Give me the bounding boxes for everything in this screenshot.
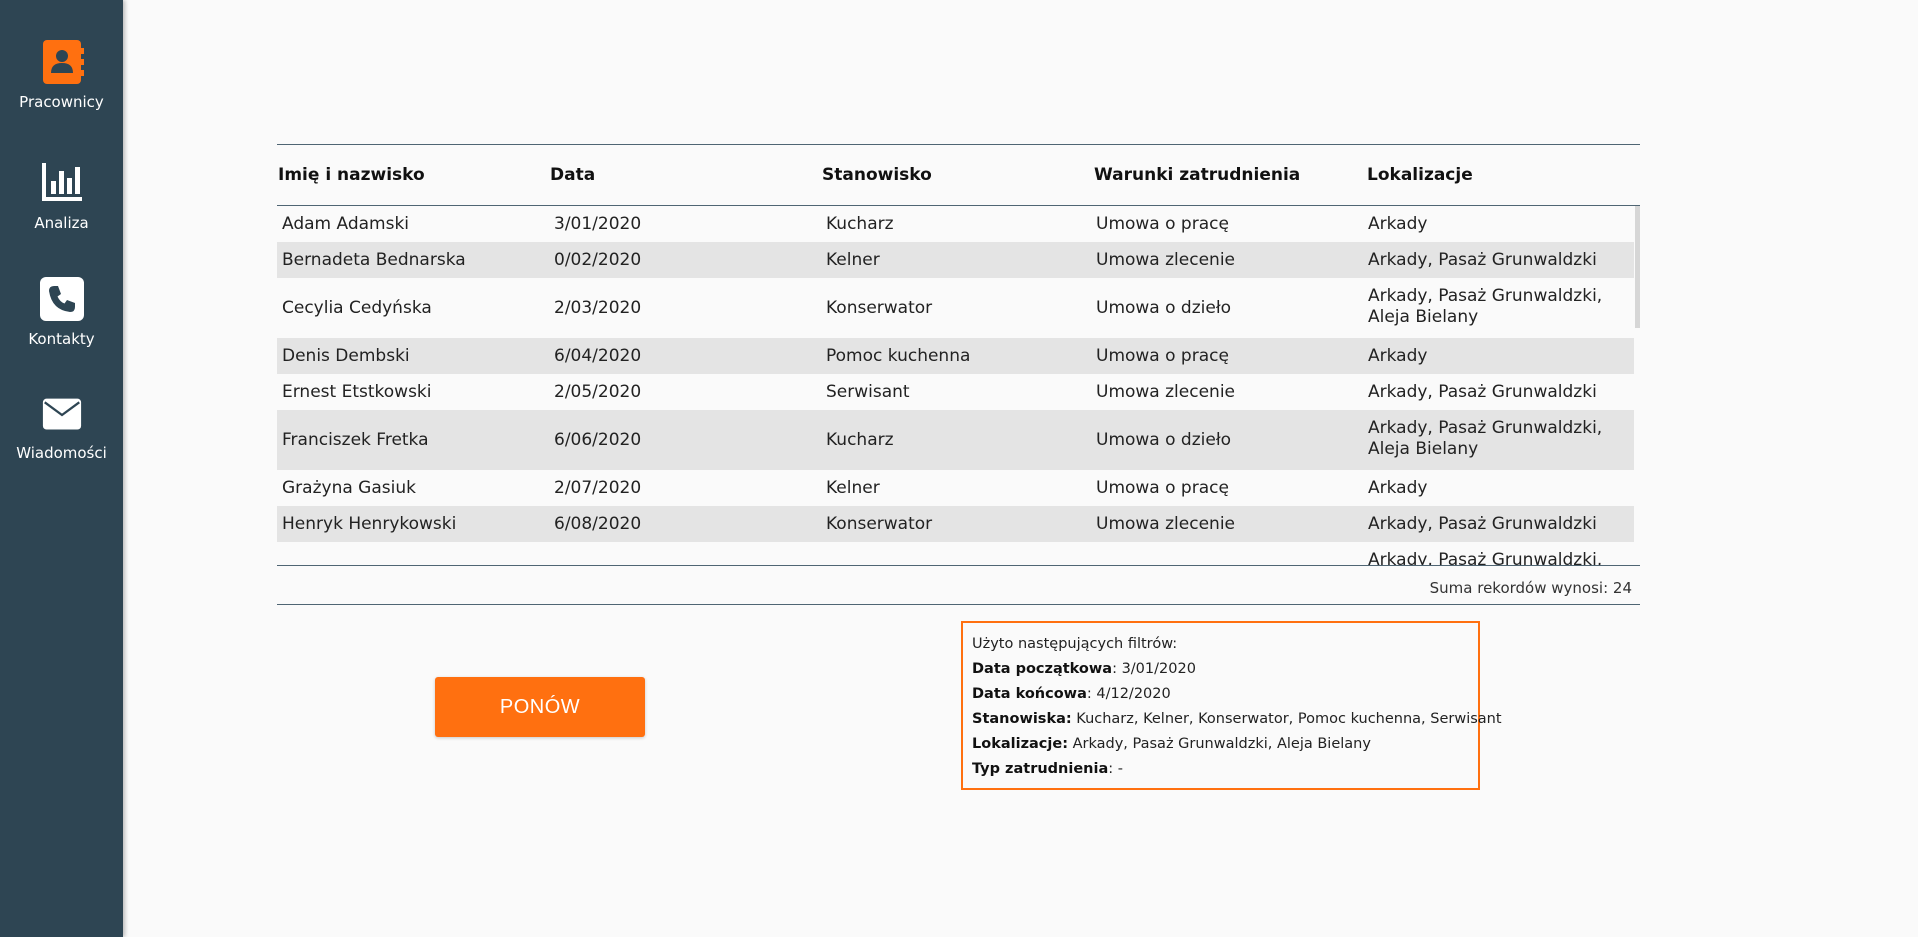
filter-value: : -	[1108, 761, 1123, 777]
cell-locations: Arkady, Pasaż Grunwaldzki, Aleja	[1368, 550, 1603, 565]
table-scrollbar[interactable]	[1635, 206, 1640, 328]
cell-date: 6/08/2020	[554, 514, 642, 534]
filter-label: Typ zatrudnienia	[972, 761, 1109, 777]
address-book-icon	[42, 40, 84, 84]
cell-name: Franciszek Fretka	[282, 430, 429, 450]
filter-label: Data początkowa	[972, 661, 1113, 677]
table-row[interactable]: Grażyna Gasiuk 2/07/2020 Kelner Umowa o …	[277, 470, 1634, 506]
cell-locations: Arkady	[1368, 214, 1428, 234]
cell-name: Ernest Etstkowski	[282, 382, 432, 402]
cell-name: Cecylia Cedyńska	[282, 298, 432, 318]
table-body[interactable]: Adam Adamski 3/01/2020 Kucharz Umowa o p…	[277, 206, 1640, 565]
filter-value: Kucharz, Kelner, Konserwator, Pomoc kuch…	[1071, 711, 1502, 727]
nav-item-wiadomosci[interactable]: Wiadomości	[0, 395, 123, 462]
cell-date: 2/03/2020	[554, 298, 642, 318]
cell-employment: Umowa o pracę	[1096, 214, 1229, 234]
employees-table: Imię i nazwisko Data Stanowisko Warunki …	[277, 144, 1640, 605]
table-footer: Suma rekordów wynosi: 24	[277, 566, 1640, 604]
table-row[interactable]: Henryk Henrykowski 6/08/2020 Konserwator…	[277, 506, 1634, 542]
filter-start-date: Data początkowa: 3/01/2020	[972, 657, 1469, 682]
cell-name: Adam Adamski	[282, 214, 410, 234]
cell-locations: Arkady, Pasaż Grunwaldzki, Aleja Bielany	[1368, 418, 1603, 459]
cell-date: 6/06/2020	[554, 430, 642, 450]
cell-position: Pomoc kuchenna	[826, 346, 971, 366]
records-total: Suma rekordów wynosi: 24	[1429, 579, 1632, 597]
phone-icon	[39, 277, 84, 321]
column-header[interactable]: Stanowisko	[822, 165, 932, 185]
cell-position: Konserwator	[826, 298, 933, 318]
cell-position: Kelner	[826, 250, 880, 270]
cell-employment: Umowa o dzieło	[1096, 430, 1232, 450]
cell-position: Serwisant	[826, 382, 910, 402]
filter-value: : 4/12/2020	[1086, 686, 1171, 702]
table-row[interactable]: Cecylia Cedyńska 2/03/2020 Konserwator U…	[277, 278, 1634, 338]
sidebar: Pracownicy Analiza Kontakty Wiadomości	[0, 0, 123, 937]
cell-date: 2/07/2020	[554, 478, 642, 498]
cell-employment: Umowa o pracę	[1096, 346, 1229, 366]
filter-value: Arkady, Pasaż Grunwaldzki, Aleja Bielany	[1068, 736, 1371, 752]
cell-date: 3/01/2020	[554, 214, 642, 234]
filter-label: Lokalizacje:	[972, 736, 1068, 752]
table-row[interactable]: Arkady, Pasaż Grunwaldzki, Aleja	[277, 542, 1634, 565]
column-header[interactable]: Data	[550, 165, 595, 185]
bar-chart-icon	[41, 163, 82, 201]
column-header[interactable]: Lokalizacje	[1367, 165, 1473, 185]
nav-label: Wiadomości	[16, 444, 107, 462]
filter-positions: Stanowiska: Kucharz, Kelner, Konserwator…	[972, 707, 1502, 732]
cell-date: 6/04/2020	[554, 346, 642, 366]
retry-button[interactable]: PONÓW	[435, 677, 645, 737]
column-header[interactable]: Warunki zatrudnienia	[1094, 165, 1300, 185]
cell-name: Bernadeta Bednarska	[282, 250, 466, 270]
table-row[interactable]: Ernest Etstkowski 2/05/2020 Serwisant Um…	[277, 374, 1634, 410]
cell-position: Kucharz	[826, 214, 894, 234]
cell-locations: Arkady, Pasaż Grunwaldzki	[1368, 250, 1597, 270]
cell-locations: Arkady, Pasaż Grunwaldzki	[1368, 514, 1597, 534]
column-header[interactable]: Imię i nazwisko	[278, 165, 425, 185]
table-row[interactable]: Bernadeta Bednarska 0/02/2020 Kelner Umo…	[277, 242, 1634, 278]
cell-date: 2/05/2020	[554, 382, 642, 402]
nav-item-kontakty[interactable]: Kontakty	[0, 277, 123, 348]
envelope-icon	[42, 398, 81, 430]
cell-employment: Umowa zlecenie	[1096, 514, 1235, 534]
cell-position: Kelner	[826, 478, 880, 498]
cell-name: Henryk Henrykowski	[282, 514, 457, 534]
cell-position: Kucharz	[826, 430, 894, 450]
cell-locations: Arkady, Pasaż Grunwaldzki, Aleja Bielany	[1368, 286, 1603, 327]
cell-name: Grażyna Gasiuk	[282, 478, 416, 498]
nav-label: Analiza	[34, 214, 89, 232]
cell-date: 0/02/2020	[554, 250, 642, 270]
filter-label: Stanowiska:	[972, 711, 1072, 727]
filter-locations: Lokalizacje: Arkady, Pasaż Grunwaldzki, …	[972, 732, 1469, 757]
applied-filters-box: Użyto następujących filtrów: Data począt…	[961, 621, 1502, 790]
cell-name: Denis Dembski	[282, 346, 410, 366]
filter-label: Data końcowa	[972, 686, 1087, 702]
cell-locations: Arkady, Pasaż Grunwaldzki	[1368, 382, 1597, 402]
filter-value: : 3/01/2020	[1112, 661, 1196, 677]
filter-employment-type: Typ zatrudnienia: -	[972, 757, 1469, 782]
cell-position: Konserwator	[826, 514, 933, 534]
cell-locations: Arkady	[1368, 478, 1428, 498]
table-row[interactable]: Franciszek Fretka 6/06/2020 Kucharz Umow…	[277, 410, 1634, 470]
filters-heading: Użyto następujących filtrów:	[972, 636, 1178, 652]
cell-employment: Umowa o dzieło	[1096, 298, 1232, 318]
cell-employment: Umowa o pracę	[1096, 478, 1229, 498]
nav-label: Kontakty	[28, 330, 95, 348]
cell-locations: Arkady	[1368, 346, 1428, 366]
footer-divider	[277, 604, 1640, 605]
cell-employment: Umowa zlecenie	[1096, 250, 1235, 270]
table-header: Imię i nazwisko Data Stanowisko Warunki …	[277, 145, 1640, 205]
cell-employment: Umowa zlecenie	[1096, 382, 1235, 402]
table-row[interactable]: Adam Adamski 3/01/2020 Kucharz Umowa o p…	[277, 206, 1634, 242]
nav-item-analiza[interactable]: Analiza	[0, 161, 123, 232]
table-row[interactable]: Denis Dembski 6/04/2020 Pomoc kuchenna U…	[277, 338, 1634, 374]
filter-end-date: Data końcowa: 4/12/2020	[972, 682, 1469, 707]
nav-item-pracownicy[interactable]: Pracownicy	[0, 40, 123, 111]
nav-label: Pracownicy	[19, 93, 104, 111]
